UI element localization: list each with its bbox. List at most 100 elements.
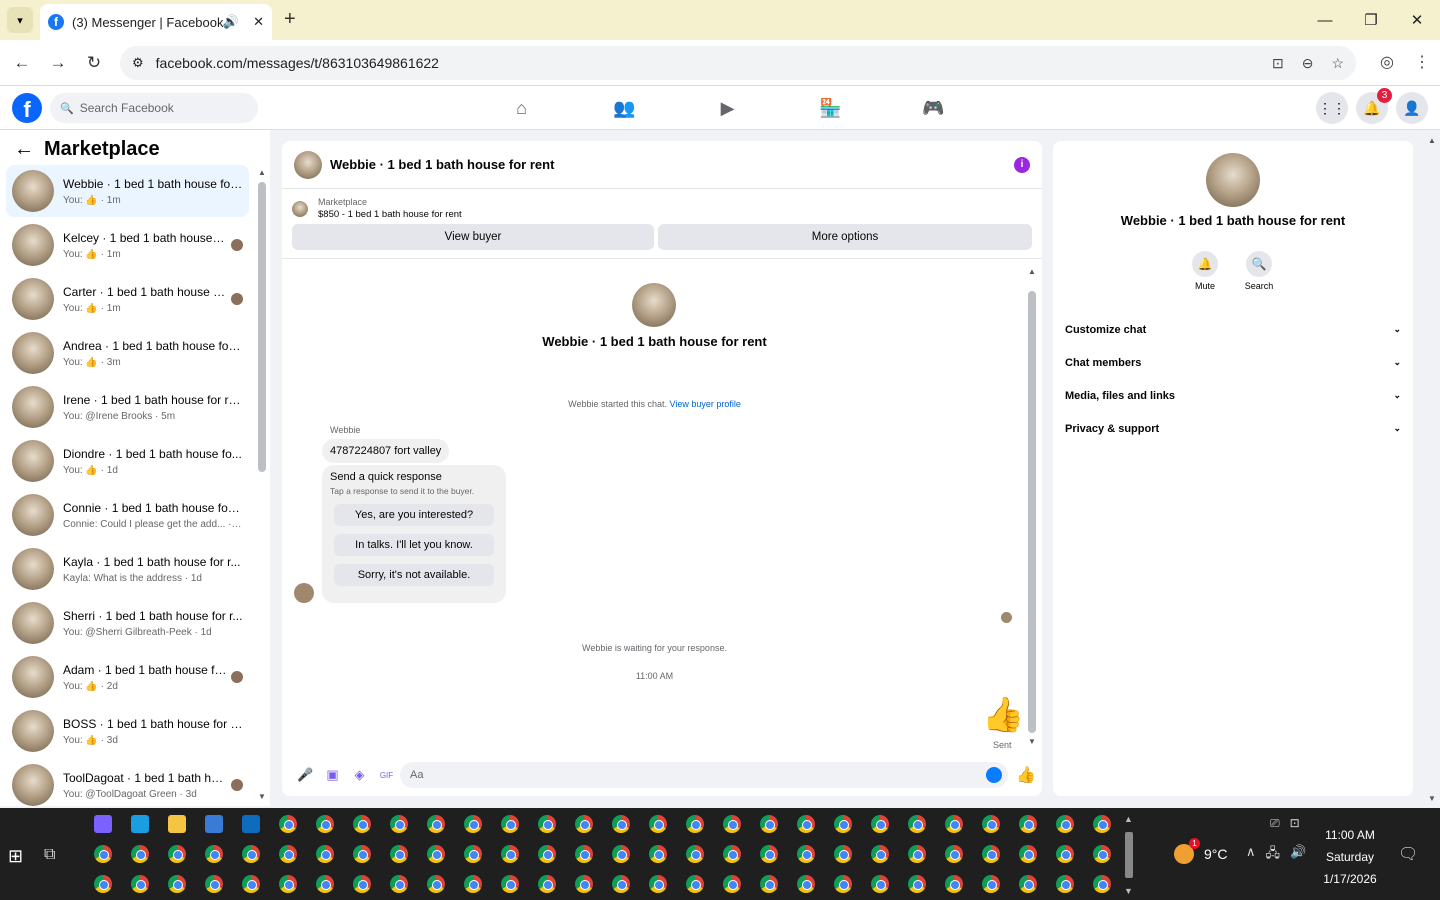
site-info-icon[interactable]: ⚙ — [132, 55, 144, 71]
chrome-taskbar-icon[interactable] — [676, 810, 713, 838]
chrome-taskbar-icon[interactable] — [713, 810, 750, 838]
home-icon[interactable]: ⌂ — [470, 86, 573, 130]
profile-icon[interactable]: ◎ — [1380, 52, 1394, 72]
conversation-item[interactable]: Kayla · 1 bed 1 bath house for r... Kayla… — [6, 543, 249, 595]
chrome-taskbar-icon[interactable] — [84, 870, 121, 898]
reload-icon[interactable]: ↻ — [76, 53, 112, 73]
chrome-taskbar-icon[interactable] — [639, 870, 676, 898]
conversation-item[interactable]: Irene · 1 bed 1 bath house for re... You:… — [6, 381, 249, 433]
chrome-taskbar-icon[interactable] — [380, 870, 417, 898]
chrome-taskbar-icon[interactable] — [306, 810, 343, 838]
friends-icon[interactable]: 👥 — [573, 86, 676, 130]
chrome-taskbar-icon[interactable] — [713, 870, 750, 898]
tab-search-button[interactable]: ▾ — [7, 7, 33, 33]
gaming-icon[interactable]: 🎮 — [882, 86, 985, 130]
chrome-taskbar-icon[interactable] — [824, 810, 861, 838]
like-send-icon[interactable]: 👍 — [1016, 765, 1036, 785]
media-files-section[interactable]: Media, files and links ⌄ — [1065, 379, 1401, 412]
page-scroll-up[interactable]: ▲ — [1428, 136, 1436, 145]
chrome-taskbar-icon[interactable] — [1083, 840, 1120, 868]
explorer-taskbar-icon[interactable] — [158, 810, 195, 838]
message-bubble[interactable]: 4787224807 fort valley — [322, 439, 450, 463]
chrome-taskbar-icon[interactable] — [491, 810, 528, 838]
chrome-taskbar-icon[interactable] — [565, 870, 602, 898]
chat-members-section[interactable]: Chat members ⌄ — [1065, 346, 1401, 379]
sidebar-scrollbar[interactable] — [258, 182, 266, 472]
conversation-item[interactable]: Kelcey · 1 bed 1 bath house f... You: 👍 ·… — [6, 219, 249, 271]
sidebar-scroll-up[interactable]: ▲ — [258, 168, 266, 177]
chrome-taskbar-icon[interactable] — [602, 870, 639, 898]
chat-scroll-down[interactable]: ▼ — [1028, 737, 1036, 746]
restore-button[interactable]: ❐ — [1348, 0, 1394, 40]
conversation-item[interactable]: Connie · 1 bed 1 bath house for ... Conni… — [6, 489, 249, 541]
chrome-taskbar-icon[interactable] — [639, 810, 676, 838]
chrome-taskbar-icon[interactable] — [824, 840, 861, 868]
quick-reply-sorry-button[interactable]: Sorry, it's not available. — [334, 564, 494, 586]
chat-center-avatar[interactable] — [632, 283, 676, 327]
chat-avatar[interactable] — [294, 150, 322, 179]
chrome-taskbar-icon[interactable] — [824, 870, 861, 898]
emoji-icon[interactable] — [986, 767, 1002, 783]
chrome-taskbar-icon[interactable] — [898, 840, 935, 868]
chrome-taskbar-icon[interactable] — [972, 870, 1009, 898]
chrome-taskbar-icon[interactable] — [1083, 870, 1120, 898]
conversation-item[interactable]: Sherri · 1 bed 1 bath house for r... You:… — [6, 597, 249, 649]
network-icon[interactable]: 🖧 — [1266, 844, 1281, 866]
chrome-taskbar-icon[interactable] — [195, 840, 232, 868]
facebook-search-input[interactable]: 🔍 Search Facebook — [50, 93, 258, 123]
chrome-taskbar-icon[interactable] — [898, 870, 935, 898]
mute-button[interactable]: 🔔 Mute — [1191, 251, 1219, 291]
chrome-taskbar-icon[interactable] — [787, 810, 824, 838]
bookmark-star-icon[interactable]: ☆ — [1331, 55, 1344, 72]
meet-now-icon[interactable]: ⎚ — [1270, 816, 1280, 831]
chrome-taskbar-icon[interactable] — [158, 870, 195, 898]
conversation-item[interactable]: Carter · 1 bed 1 bath house fo... You: 👍 … — [6, 273, 249, 325]
menu-grid-icon[interactable]: ⋮⋮ — [1316, 92, 1348, 124]
conversation-item[interactable]: Andrea · 1 bed 1 bath house for ... You: … — [6, 327, 249, 379]
chrome-taskbar-icon[interactable] — [1046, 840, 1083, 868]
chrome-taskbar-icon[interactable] — [343, 840, 380, 868]
quick-reply-talks-button[interactable]: In talks. I'll let you know. — [334, 534, 494, 556]
chrome-taskbar-icon[interactable] — [343, 870, 380, 898]
listing-title[interactable]: $850 - 1 bed 1 bath house for rent — [318, 209, 462, 220]
chrome-taskbar-icon[interactable] — [121, 840, 158, 868]
photo-icon[interactable]: ▣ — [319, 767, 346, 783]
chrome-taskbar-icon[interactable] — [195, 870, 232, 898]
menu-kebab-icon[interactable]: ⋮ — [1414, 52, 1430, 72]
action-center-icon[interactable]: 🗨 — [1398, 844, 1418, 864]
sender-avatar[interactable] — [294, 583, 314, 603]
chrome-taskbar-icon[interactable] — [1046, 810, 1083, 838]
weather-widget[interactable]: 1 9°C — [1174, 838, 1228, 864]
chrome-taskbar-icon[interactable] — [935, 870, 972, 898]
chrome-taskbar-icon[interactable] — [269, 810, 306, 838]
chrome-taskbar-icon[interactable] — [602, 840, 639, 868]
chrome-taskbar-icon[interactable] — [417, 810, 454, 838]
notifications-bell-icon[interactable]: 🔔 3 — [1356, 88, 1392, 124]
omnibox[interactable]: ⚙ facebook.com/messages/t/86310364986162… — [120, 46, 1356, 80]
speaker-icon[interactable]: 🔊 — [223, 14, 239, 30]
chrome-taskbar-icon[interactable] — [1009, 810, 1046, 838]
view-buyer-profile-link[interactable]: View buyer profile — [670, 399, 741, 409]
chrome-taskbar-icon[interactable] — [528, 870, 565, 898]
chrome-taskbar-icon[interactable] — [750, 840, 787, 868]
chrome-taskbar-icon[interactable] — [380, 840, 417, 868]
listing-thumbnail[interactable] — [292, 200, 308, 217]
clock[interactable]: 11:00 AM Saturday 1/17/2026 — [1310, 824, 1390, 890]
customize-chat-section[interactable]: Customize chat ⌄ — [1065, 313, 1401, 346]
more-options-button[interactable]: More options — [658, 224, 1032, 250]
chrome-taskbar-icon[interactable] — [972, 840, 1009, 868]
chrome-taskbar-icon[interactable] — [343, 810, 380, 838]
screen-capture-icon[interactable]: ⊡ — [1290, 816, 1300, 831]
chrome-taskbar-icon[interactable] — [861, 870, 898, 898]
chrome-taskbar-icon[interactable] — [676, 840, 713, 868]
minimize-button[interactable]: — — [1302, 0, 1348, 40]
back-arrow-icon[interactable]: ← — [14, 138, 34, 161]
info-icon[interactable]: i — [1014, 156, 1030, 173]
zoom-icon[interactable]: ⊖ — [1302, 55, 1314, 72]
copilot-taskbar-icon[interactable] — [84, 810, 121, 838]
privacy-support-section[interactable]: Privacy & support ⌄ — [1065, 412, 1401, 445]
chrome-taskbar-icon[interactable] — [750, 810, 787, 838]
show-hidden-icons-chevron-icon[interactable]: ∧ — [1246, 844, 1256, 866]
search-chat-button[interactable]: 🔍 Search — [1245, 251, 1273, 291]
chrome-taskbar-icon[interactable] — [380, 810, 417, 838]
